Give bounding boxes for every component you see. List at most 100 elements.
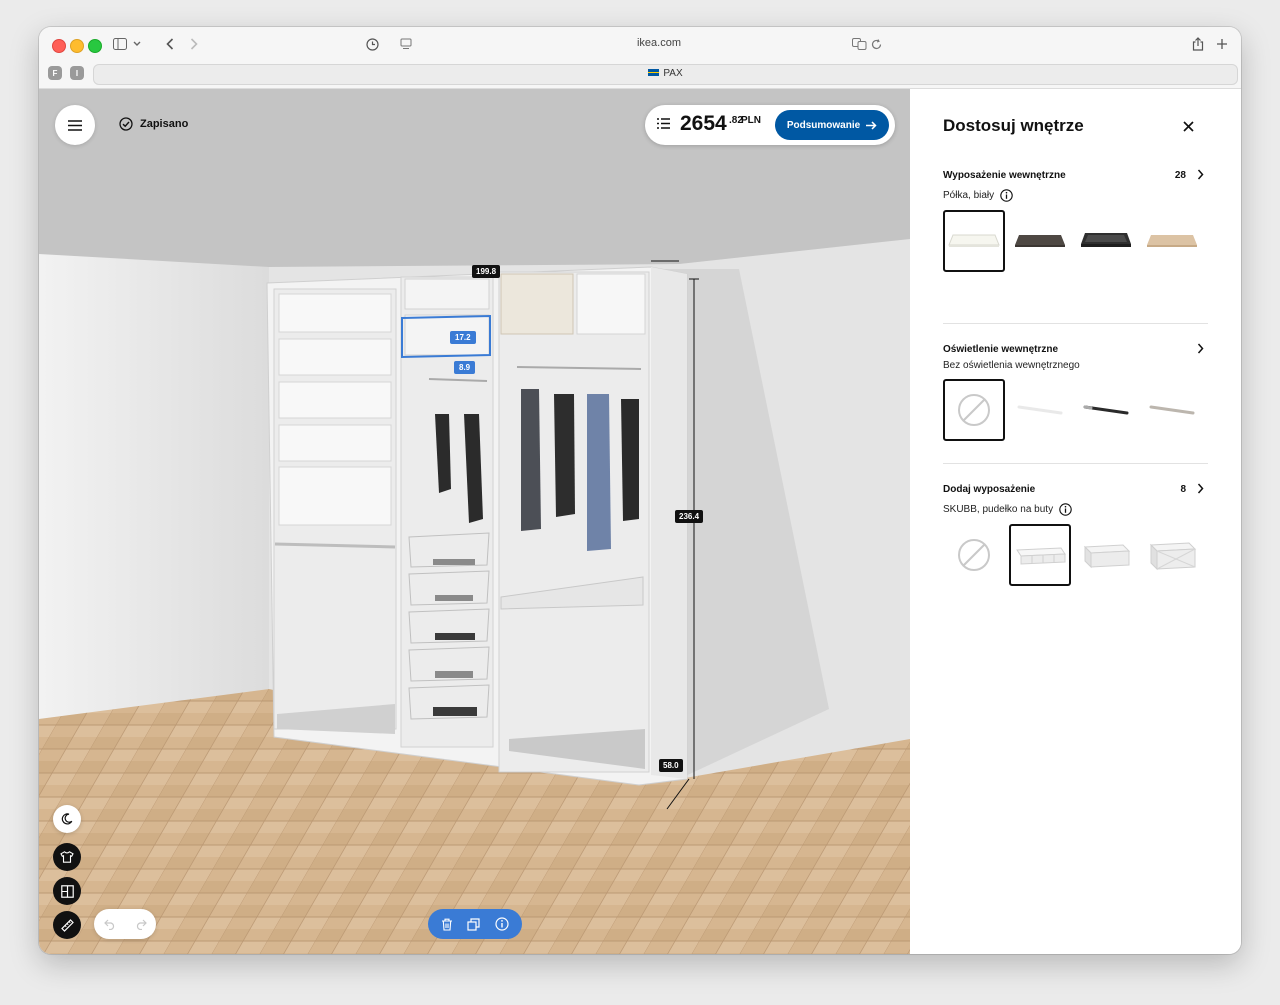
panel-title: Dostosuj wnętrze [943, 116, 1084, 135]
info-icon[interactable] [495, 917, 509, 931]
white-led-strip-image [1017, 405, 1063, 415]
doors-icon [60, 884, 74, 898]
grey-led-strip-image [1149, 405, 1195, 415]
section-subtitle: Bez oświetlenia wewnętrznego [943, 360, 1080, 371]
customize-interior-panel: Dostosuj wnętrze Wyposażenie wewnętrzne … [910, 89, 1241, 954]
option-no-lighting[interactable] [943, 379, 1005, 441]
menu-button[interactable] [55, 105, 95, 145]
section-count: 8 [1180, 484, 1186, 495]
section-subtitle-row: Półka, biały [943, 189, 1208, 202]
ruler-icon [60, 918, 74, 932]
hamburger-icon [68, 119, 82, 131]
list-icon[interactable] [657, 118, 670, 129]
history-icon[interactable] [365, 37, 379, 51]
white-shelf-image [948, 234, 1000, 247]
section-header[interactable]: Wyposażenie wewnętrzne 28 [943, 169, 1208, 186]
saved-label: Zapisano [140, 118, 189, 130]
zoom-window-button[interactable] [88, 39, 102, 53]
section-add-accessories[interactable]: Dodaj wyposażenie 8 SKUBB, pudełko na bu… [943, 483, 1208, 588]
option-skubb-shoe-box[interactable] [1009, 524, 1071, 586]
clothes-toggle-button[interactable] [53, 843, 81, 871]
option-white-led[interactable] [1009, 379, 1071, 441]
option-grey-led[interactable] [1141, 379, 1203, 441]
summary-button-label: Podsumowanie [786, 119, 861, 131]
option-oak-shelf[interactable] [1141, 210, 1203, 272]
pinned-tab-i[interactable]: I [70, 66, 84, 80]
section-count: 28 [1174, 170, 1186, 181]
moon-icon [61, 813, 73, 825]
width-dimension-label: 199.8 [472, 265, 501, 278]
reader-icon[interactable] [399, 37, 413, 51]
section-interior-fittings[interactable]: Wyposażenie wewnętrzne 28 Półka, biały [943, 169, 1208, 274]
lighting-mode-button[interactable] [53, 805, 81, 833]
pinned-tab-f[interactable]: F [48, 66, 62, 80]
section-header[interactable]: Dodaj wyposażenie 8 [943, 483, 1208, 500]
plus-icon[interactable] [1215, 37, 1229, 51]
price-integer: 2654 [680, 112, 727, 135]
tshirt-icon [60, 851, 74, 863]
pinned-tab-label: F [52, 68, 58, 78]
section-header[interactable]: Oświetlenie wewnętrzne [943, 343, 1208, 360]
chevron-right-icon[interactable] [1197, 169, 1204, 180]
white-storage-case-image [1149, 542, 1197, 571]
minimize-window-button[interactable] [70, 39, 84, 53]
back-icon[interactable] [163, 37, 177, 51]
black-brown-tray-image [1081, 233, 1131, 247]
chevron-down-icon[interactable] [132, 38, 142, 50]
check-circle-icon [119, 117, 133, 131]
selected-depth-label: 8.9 [454, 361, 476, 374]
translate-icon[interactable] [851, 37, 867, 51]
section-title: Oświetlenie wewnętrzne [943, 344, 1059, 355]
section-title: Dodaj wyposażenie [943, 484, 1036, 495]
pinned-tab-label: I [75, 68, 79, 78]
section-interior-lighting[interactable]: Oświetlenie wewnętrzne Bez oświetlenia w… [943, 343, 1208, 443]
info-icon[interactable] [1000, 189, 1013, 202]
saved-status: Zapisano [119, 117, 188, 131]
section-subtitle-row: SKUBB, pudełko na buty [943, 503, 1208, 516]
option-white-storage-case[interactable] [1141, 524, 1203, 586]
sidebar-icon[interactable] [112, 37, 128, 51]
chevron-right-icon[interactable] [1197, 483, 1204, 494]
close-icon [1182, 120, 1194, 132]
option-black-led[interactable] [1075, 379, 1137, 441]
close-panel-button[interactable] [1178, 116, 1198, 136]
selection-action-bar [428, 909, 522, 939]
selected-height-label: 17.2 [450, 331, 476, 344]
trash-icon[interactable] [441, 918, 453, 931]
price-currency: PLN [741, 115, 761, 126]
oak-shelf-image [1147, 235, 1197, 247]
black-led-strip-image [1083, 405, 1129, 415]
option-white-shelf[interactable] [943, 210, 1005, 272]
undo-redo-controls [94, 909, 156, 939]
option-tiles [943, 379, 1208, 443]
tab-title-row: PAX [94, 68, 1237, 79]
doors-toggle-button[interactable] [53, 877, 81, 905]
redo-icon[interactable] [135, 919, 147, 930]
info-icon[interactable] [1059, 503, 1072, 516]
section-subtitle: SKUBB, pudełko na buty [943, 504, 1054, 515]
price-summary-bar: 2654 .82 PLN Podsumowanie [645, 105, 895, 145]
wardrobe-3d-scene[interactable] [39, 89, 910, 954]
none-icon [958, 539, 990, 571]
close-window-button[interactable] [52, 39, 66, 53]
forward-icon[interactable] [187, 37, 201, 51]
chevron-right-icon[interactable] [1197, 343, 1204, 354]
address-bar[interactable]: ikea.com [599, 37, 719, 49]
summary-button[interactable]: Podsumowanie [775, 110, 889, 140]
undo-icon[interactable] [103, 919, 116, 930]
active-tab[interactable]: PAX [93, 64, 1238, 85]
option-black-brown-tray[interactable] [1075, 210, 1137, 272]
reload-icon[interactable] [869, 37, 883, 51]
option-white-box[interactable] [1075, 524, 1137, 586]
planner-3d-viewport[interactable]: 199.8 236.4 58.0 17.2 8.9 Zapisano 2654 … [39, 89, 910, 954]
measure-toggle-button[interactable] [53, 911, 81, 939]
option-dark-brown-shelf[interactable] [1009, 210, 1071, 272]
none-icon [958, 394, 990, 426]
dark-brown-shelf-image [1015, 235, 1065, 247]
section-subtitle: Półka, biały [943, 190, 995, 201]
option-no-accessory[interactable] [943, 524, 1005, 586]
height-dimension-label: 236.4 [675, 510, 704, 523]
duplicate-icon[interactable] [467, 917, 481, 931]
share-icon[interactable] [1191, 36, 1205, 52]
skubb-shoe-box-image [1016, 547, 1066, 565]
